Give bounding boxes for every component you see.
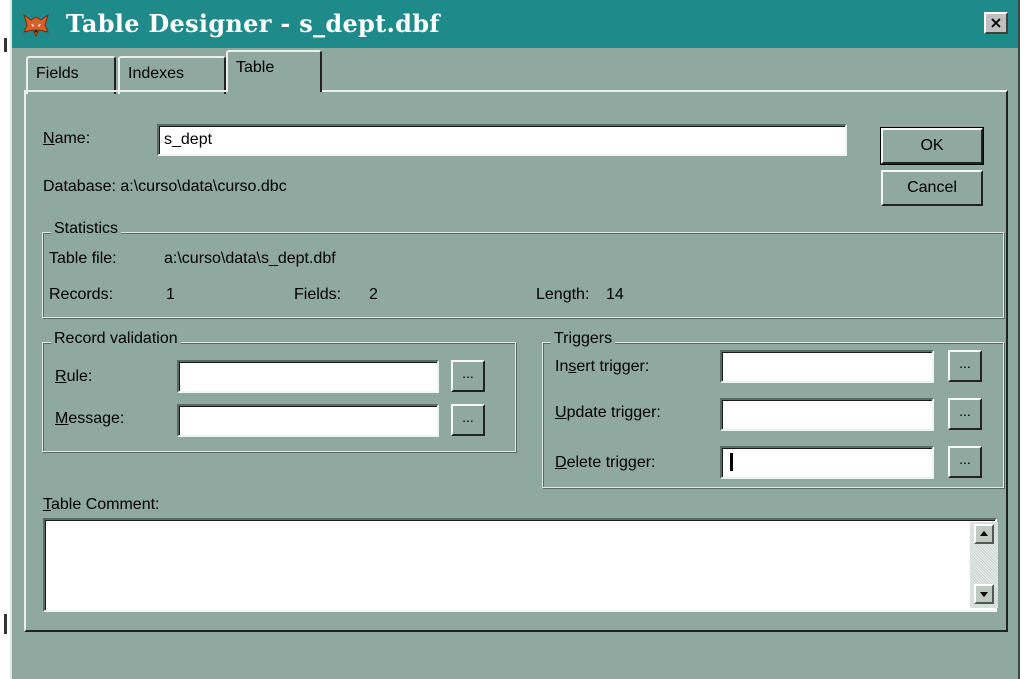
table-file-value: a:\curso\data\s_dept.dbf <box>164 250 336 267</box>
foxpro-fox-icon <box>23 13 49 38</box>
delete-trigger-input[interactable] <box>720 446 934 479</box>
insert-trigger-label: Insert trigger: <box>555 358 650 375</box>
rule-label: Rule: <box>55 368 93 385</box>
cancel-button[interactable]: Cancel <box>881 170 983 206</box>
message-builder-button[interactable]: ... <box>451 404 485 436</box>
table-designer-window: Table Designer - s_dept.dbf × Fields Ind… <box>10 0 1020 679</box>
fields-value: 2 <box>369 286 378 303</box>
update-trigger-builder-button[interactable]: ... <box>948 398 982 430</box>
insert-trigger-builder-button[interactable]: ... <box>948 350 982 382</box>
fields-label: Fields: <box>294 286 342 303</box>
tab-indexes-label: Indexes <box>128 65 185 82</box>
name-label: Name: <box>43 130 91 147</box>
length-label: Length: <box>536 286 590 303</box>
name-input[interactable]: s_dept <box>157 124 847 156</box>
text-cursor <box>730 453 733 471</box>
table-tab-panel: Name: s_dept OK Cancel Database: a:\curs… <box>24 90 1008 632</box>
message-label: Message: <box>55 410 125 427</box>
database-path: Database: a:\curso\data\curso.dbc <box>43 178 287 195</box>
delete-trigger-label: Delete trigger: <box>555 454 656 471</box>
insert-trigger-input[interactable] <box>720 350 934 383</box>
ok-button[interactable]: OK <box>880 127 984 165</box>
background-edge-mark <box>4 38 7 52</box>
tab-indexes[interactable]: Indexes <box>118 56 226 94</box>
statistics-group <box>42 232 1004 318</box>
records-label: Records: <box>49 286 114 303</box>
triggers-legend: Triggers <box>551 330 616 348</box>
record-validation-legend: Record validation <box>51 330 181 348</box>
tab-table-label: Table <box>236 59 275 76</box>
update-trigger-label: Update trigger: <box>555 404 661 421</box>
records-value: 1 <box>166 286 175 303</box>
message-input[interactable] <box>177 404 439 437</box>
tab-table[interactable]: Table <box>226 50 322 92</box>
rule-builder-button[interactable]: ... <box>451 360 485 392</box>
length-value: 14 <box>606 286 624 303</box>
tab-fields[interactable]: Fields <box>26 56 116 94</box>
window-title: Table Designer - s_dept.dbf <box>66 9 440 38</box>
update-trigger-input[interactable] <box>720 398 934 431</box>
statistics-legend: Statistics <box>51 220 122 238</box>
table-comment-textarea[interactable] <box>43 518 997 612</box>
table-comment-label: Table Comment: <box>43 496 160 513</box>
table-file-label: Table file: <box>49 250 117 267</box>
scroll-down-arrow-icon[interactable] <box>974 584 994 604</box>
tab-fields-label: Fields <box>36 65 79 82</box>
rule-input[interactable] <box>177 360 439 393</box>
close-icon[interactable]: × <box>984 12 1008 34</box>
title-bar[interactable]: Table Designer - s_dept.dbf × <box>12 0 1018 48</box>
comment-scrollbar[interactable] <box>970 522 998 608</box>
background-edge-mark <box>4 614 7 634</box>
delete-trigger-builder-button[interactable]: ... <box>948 446 982 478</box>
scroll-up-arrow-icon[interactable] <box>974 524 994 544</box>
